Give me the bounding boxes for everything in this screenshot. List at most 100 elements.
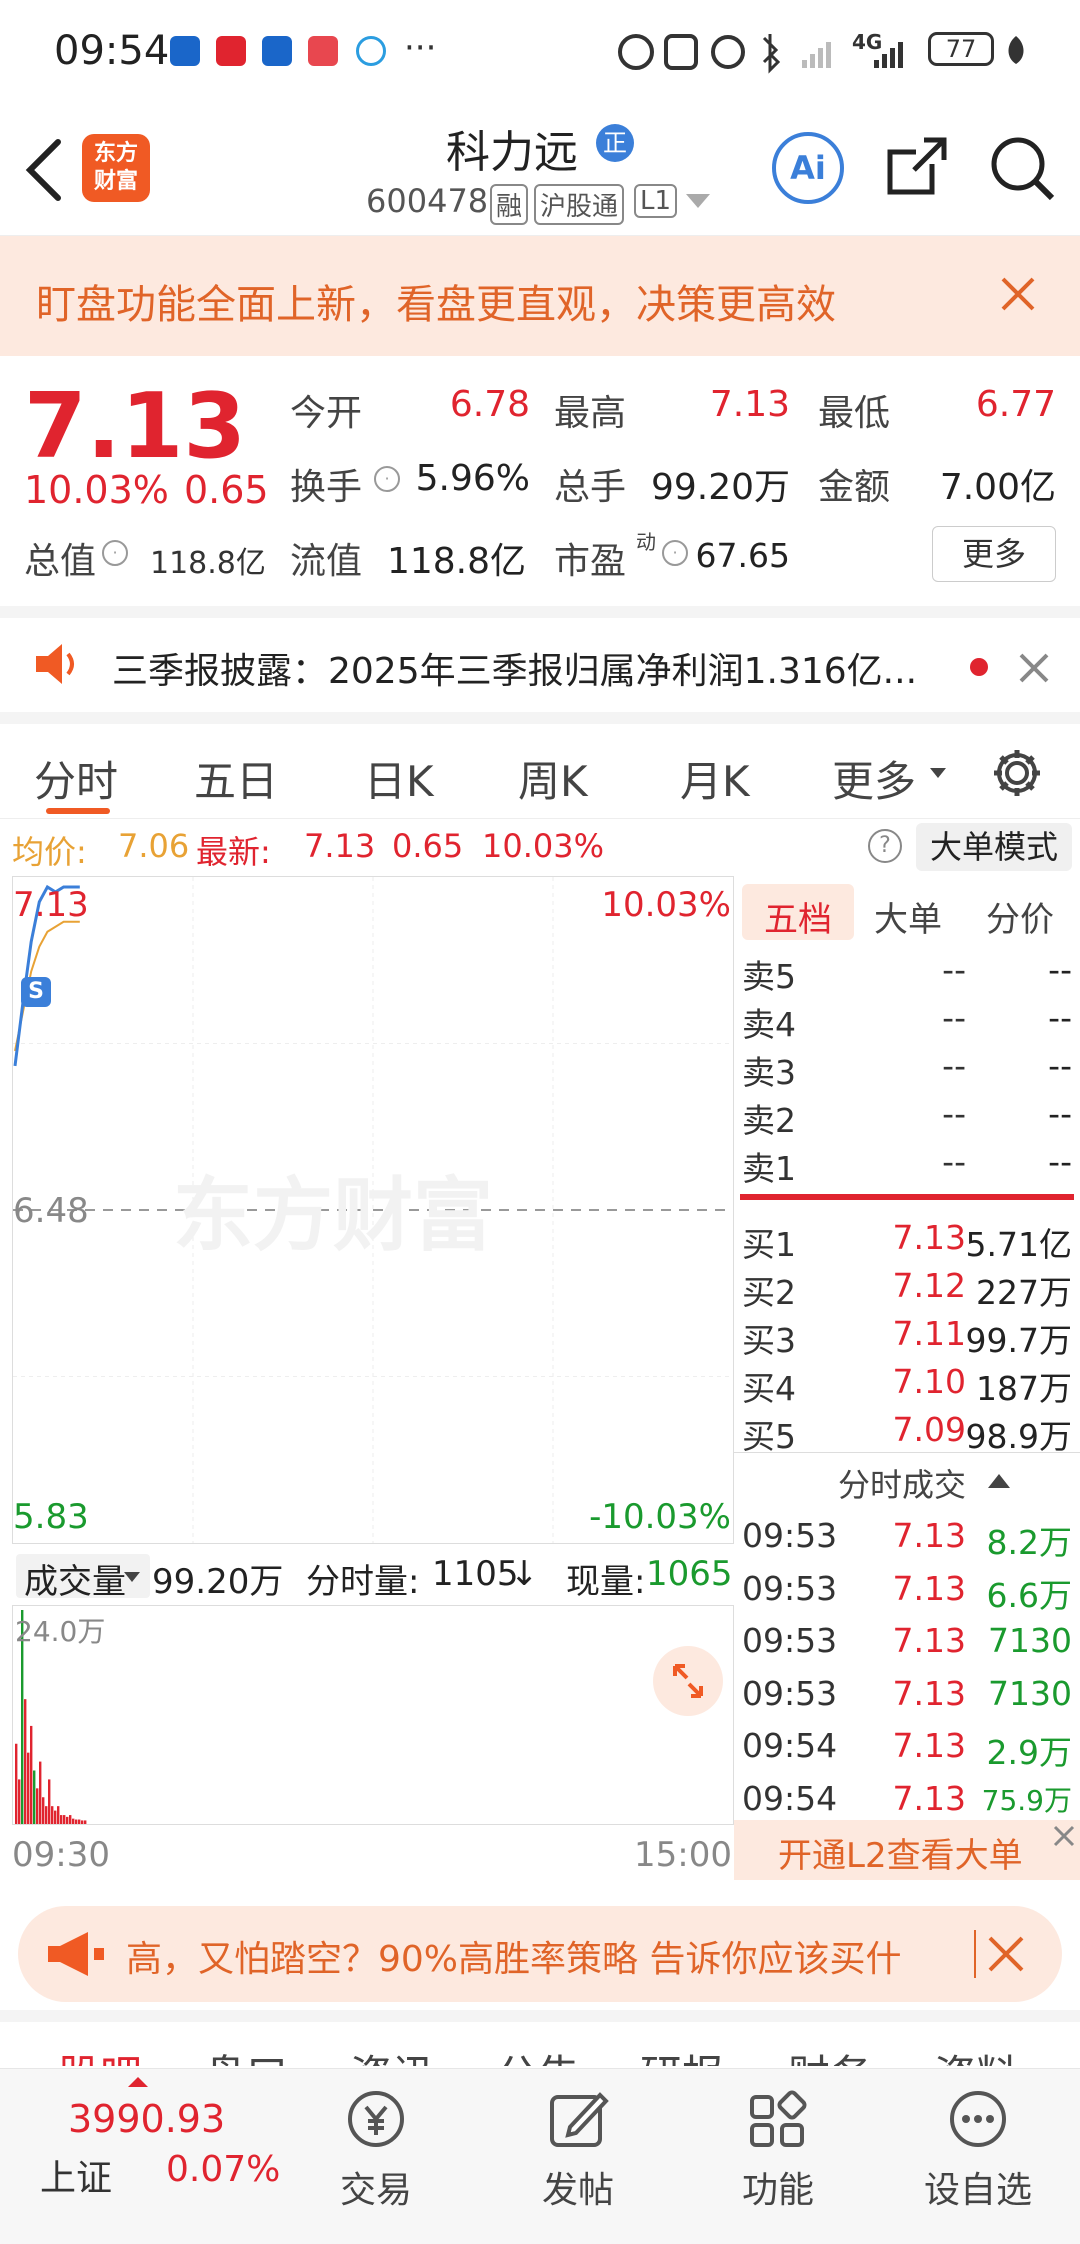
tab-more[interactable]: 更多 bbox=[832, 748, 916, 809]
tick-label: 09:53 bbox=[742, 1621, 838, 1660]
close-icon[interactable] bbox=[1000, 276, 1036, 312]
info-icon[interactable]: · bbox=[374, 466, 400, 492]
detail-tabs: 股吧 盘口 资讯 公告 研报 财务 资料 bbox=[0, 2010, 1080, 2066]
tab-five-day[interactable]: 五日 bbox=[194, 748, 278, 809]
big-order-mode-button[interactable]: 大单模式 bbox=[916, 823, 1072, 871]
ask-row[interactable]: 卖5 -- -- bbox=[742, 950, 1072, 998]
nav-post[interactable]: 发帖 bbox=[508, 2087, 648, 2213]
volume-max-label: 24.0万 bbox=[15, 1615, 106, 1648]
ask-row[interactable]: 卖3 -- -- bbox=[742, 1046, 1072, 1094]
close-icon[interactable] bbox=[1052, 1824, 1076, 1848]
close-icon[interactable] bbox=[1018, 652, 1050, 684]
info-icon[interactable]: · bbox=[662, 540, 688, 566]
volume-chart[interactable]: 24.0万 bbox=[12, 1606, 734, 1824]
volume-bar bbox=[24, 1699, 27, 1824]
ask-row[interactable]: 卖1 -- -- bbox=[742, 1142, 1072, 1190]
eastmoney-logo[interactable]: 东方 财富 bbox=[82, 134, 150, 202]
tick-price: 7.13 bbox=[892, 1726, 966, 1765]
ai-assistant-button[interactable]: Ai bbox=[772, 132, 844, 204]
latest-percent: 10.03% bbox=[482, 827, 605, 865]
dropdown-icon[interactable] bbox=[686, 194, 710, 210]
back-arrow-icon[interactable] bbox=[22, 138, 66, 202]
tick-row[interactable]: 09:54 7.13 75.9万 bbox=[742, 1779, 1072, 1827]
tab-forum[interactable]: 股吧 bbox=[58, 2042, 142, 2066]
avg-value: 7.06 bbox=[118, 827, 190, 865]
tab-profile[interactable]: 资料 bbox=[934, 2042, 1018, 2066]
volume-value: 99.20万 bbox=[650, 467, 790, 508]
tab-five-levels[interactable]: 五档 bbox=[764, 892, 832, 941]
tab-price-distribution[interactable]: 分价 bbox=[986, 892, 1054, 941]
ticks-title[interactable]: 分时成交 bbox=[838, 1460, 966, 1506]
volume-bar bbox=[18, 1779, 21, 1824]
expand-button[interactable] bbox=[653, 1646, 723, 1716]
tab-financials[interactable]: 财务 bbox=[788, 2042, 872, 2066]
tab-daily-k[interactable]: 日K bbox=[364, 748, 434, 809]
time-start-label: 09:30 bbox=[12, 1835, 110, 1875]
tick-price: 7.13 bbox=[892, 1568, 966, 1608]
tab-monthly-k[interactable]: 月K bbox=[680, 748, 750, 809]
help-icon[interactable]: ? bbox=[868, 829, 902, 863]
float-cap-value: 118.8亿 bbox=[386, 541, 526, 582]
app-notification-icon bbox=[170, 36, 200, 66]
bid-row[interactable]: 买3 7.11 99.7万 bbox=[742, 1314, 1072, 1362]
y-axis-bottom-label: 5.83 bbox=[13, 1497, 89, 1537]
bid-row[interactable]: 买4 7.10 187万 bbox=[742, 1362, 1072, 1410]
tick-row[interactable]: 09:53 7.13 7130 bbox=[742, 1674, 1072, 1722]
tab-intraday[interactable]: 分时 bbox=[34, 748, 118, 809]
pe-value: 67.65 bbox=[695, 536, 790, 575]
bid-row[interactable]: 买5 7.09 98.9万 bbox=[742, 1410, 1072, 1458]
tick-row[interactable]: 09:53 7.13 8.2万 bbox=[742, 1516, 1072, 1564]
signal-marker[interactable]: S bbox=[21, 977, 51, 1007]
y-axis-top-label: 7.13 bbox=[13, 885, 89, 925]
tab-weekly-k[interactable]: 周K bbox=[518, 748, 588, 809]
stock-header: 东方 财富 科力远 正 600478 融 沪股通 L1 Ai bbox=[0, 100, 1080, 236]
tab-announcements[interactable]: 公告 bbox=[496, 2042, 580, 2066]
close-icon[interactable] bbox=[986, 1934, 1026, 1974]
stock-code: 600478 bbox=[366, 182, 489, 220]
tab-research[interactable]: 研报 bbox=[640, 2042, 724, 2066]
ask-row[interactable]: 卖4 -- -- bbox=[742, 998, 1072, 1046]
index-name[interactable]: 上证 bbox=[40, 2149, 112, 2201]
gear-icon[interactable] bbox=[990, 746, 1044, 800]
intraday-chart[interactable]: 7.13 6.48 5.83 10.03% -10.03% 东方财富 S bbox=[12, 876, 734, 1544]
share-icon[interactable] bbox=[884, 134, 950, 200]
tab-news[interactable]: 资讯 bbox=[350, 2042, 434, 2066]
tab-market-depth[interactable]: 盘口 bbox=[204, 2042, 288, 2066]
l2-upgrade-banner[interactable]: 开通L2查看大单 bbox=[734, 1820, 1080, 1880]
bid-row[interactable]: 买2 7.12 227万 bbox=[742, 1266, 1072, 1314]
yen-exchange-icon bbox=[348, 2091, 404, 2147]
tick-row[interactable]: 09:53 7.13 7130 bbox=[742, 1621, 1072, 1669]
chart-tabs: 分时 五日 日K 周K 月K 更多 bbox=[0, 712, 1080, 818]
change-amount: 0.65 bbox=[184, 468, 269, 512]
volume-bar bbox=[69, 1815, 72, 1824]
info-icon[interactable]: · bbox=[102, 540, 128, 566]
nav-add-watchlist[interactable]: 设自选 bbox=[908, 2087, 1048, 2213]
tick-row[interactable]: 09:54 7.13 2.9万 bbox=[742, 1726, 1072, 1774]
volume-bar bbox=[36, 1788, 39, 1824]
tab-big-orders[interactable]: 大单 bbox=[874, 892, 942, 941]
ad-text: 高，又怕踏空？90%高胜率策略 告诉你应该买什 bbox=[126, 1939, 902, 1980]
ask-volume: -- bbox=[1048, 950, 1072, 989]
bid-price: 7.09 bbox=[892, 1410, 966, 1449]
more-quote-button[interactable]: 更多 bbox=[932, 526, 1056, 582]
nav-functions[interactable]: 功能 bbox=[708, 2087, 848, 2213]
edit-icon bbox=[550, 2092, 609, 2147]
volume-bar bbox=[63, 1815, 66, 1824]
news-ticker[interactable]: 三季报披露：2025年三季报归属净利润1.316亿... bbox=[0, 606, 1080, 712]
bid-label: 买1 bbox=[742, 1225, 796, 1264]
ask-row[interactable]: 卖2 -- -- bbox=[742, 1094, 1072, 1142]
nav-trade[interactable]: 交易 bbox=[306, 2087, 446, 2213]
more-notifications-icon: ··· bbox=[404, 28, 437, 68]
l2-upgrade-text: 开通L2查看大单 bbox=[778, 1836, 1023, 1876]
open-value: 6.78 bbox=[449, 384, 530, 425]
bid-row[interactable]: 买1 7.13 5.71亿 bbox=[742, 1218, 1072, 1266]
strategy-ad-banner[interactable]: 高，又怕踏空？90%高胜率策略 告诉你应该买什 bbox=[18, 1906, 1062, 2002]
hk-connect-tag: 沪股通 bbox=[534, 184, 625, 225]
ask-label: 卖1 bbox=[742, 1149, 796, 1188]
tick-row[interactable]: 09:53 7.13 6.6万 bbox=[742, 1569, 1072, 1617]
mail-notification-icon bbox=[216, 36, 246, 66]
index-value[interactable]: 3990.93 bbox=[68, 2097, 225, 2141]
search-icon[interactable] bbox=[988, 134, 1056, 202]
tick-label: 09:54 bbox=[742, 1726, 838, 1765]
feature-banner[interactable]: 盯盘功能全面上新，看盘更直观，决策更高效 bbox=[0, 236, 1080, 356]
